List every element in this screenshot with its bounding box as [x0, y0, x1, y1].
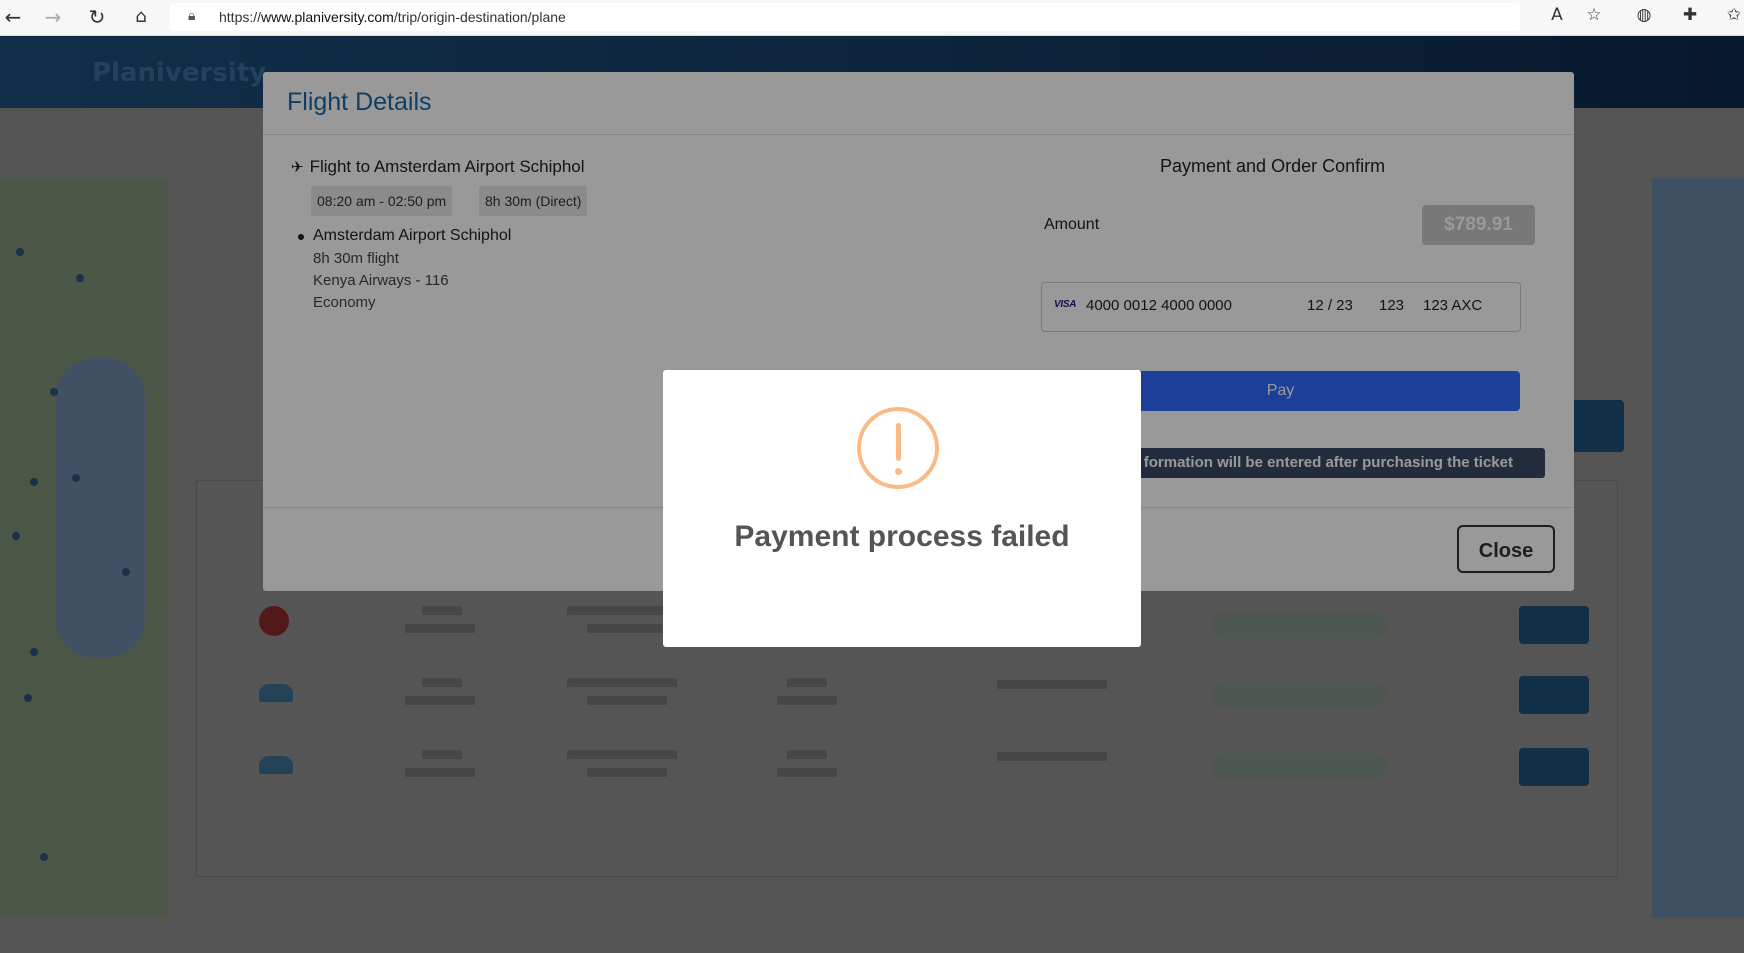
home-icon[interactable]: ⌂ [128, 4, 154, 30]
alert-title: Payment process failed [734, 520, 1070, 553]
extension-shield-icon[interactable]: ◍ [1632, 5, 1656, 25]
refresh-icon[interactable]: ↻ [84, 4, 110, 30]
back-icon[interactable]: ← [0, 4, 26, 30]
extensions-icon[interactable]: ✚ [1678, 5, 1702, 25]
favorite-icon[interactable]: ☆ [1582, 5, 1606, 25]
url-text: https://www.planiversity.com/trip/origin… [219, 9, 566, 25]
lock-icon: 🔒︎ [188, 8, 196, 24]
payment-failed-alert: Payment process failed [663, 370, 1141, 647]
forward-icon[interactable]: → [40, 4, 66, 30]
read-aloud-icon[interactable]: A [1545, 5, 1569, 25]
favorites-bar-icon[interactable]: ✩ [1722, 5, 1744, 25]
address-bar[interactable]: 🔒︎ https://www.planiversity.com/trip/ori… [170, 3, 1520, 31]
warning-icon [857, 407, 939, 489]
browser-toolbar: ← → ↻ ⌂ 🔒︎ https://www.planiversity.com/… [0, 0, 1744, 36]
